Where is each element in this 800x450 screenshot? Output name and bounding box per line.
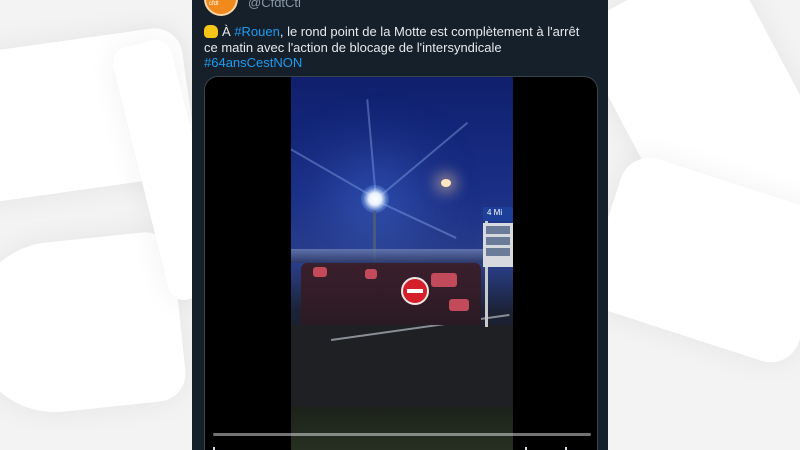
tweet-card: cfdt @CfdtCti À #Rouen, le rond point de… xyxy=(192,0,608,450)
distant-light xyxy=(441,179,451,187)
protest-flag xyxy=(431,273,457,287)
direction-sign-label: 4 Mi xyxy=(487,208,503,217)
direction-sign: 4 Mi xyxy=(483,207,513,221)
street-light xyxy=(361,185,389,213)
hashtag-rouen[interactable]: #Rouen xyxy=(234,24,280,39)
video-frame[interactable]: 4 Mi xyxy=(291,77,513,450)
video-progress-bar[interactable] xyxy=(213,433,591,436)
no-entry-sign xyxy=(401,277,429,305)
bridge-structure xyxy=(291,249,513,263)
user-handle[interactable]: @CfdtCti xyxy=(248,0,301,10)
raised-fist-icon xyxy=(204,25,218,38)
light-beam xyxy=(375,121,469,201)
video-player[interactable]: 4 Mi xyxy=(204,76,598,450)
grass-verge xyxy=(291,407,513,450)
avatar[interactable]: cfdt xyxy=(204,0,238,16)
protest-flag xyxy=(365,269,377,279)
direction-sign-panel xyxy=(483,223,513,267)
protest-flag xyxy=(313,267,327,277)
avatar-label: cfdt xyxy=(209,1,219,7)
tweet-text: À #Rouen, le rond point de la Motte est … xyxy=(204,24,596,71)
hashtag-64anscestnon[interactable]: #64ansCestNON xyxy=(204,55,302,70)
tweet-text-prefix: À xyxy=(222,24,235,39)
protest-flag xyxy=(449,299,469,311)
